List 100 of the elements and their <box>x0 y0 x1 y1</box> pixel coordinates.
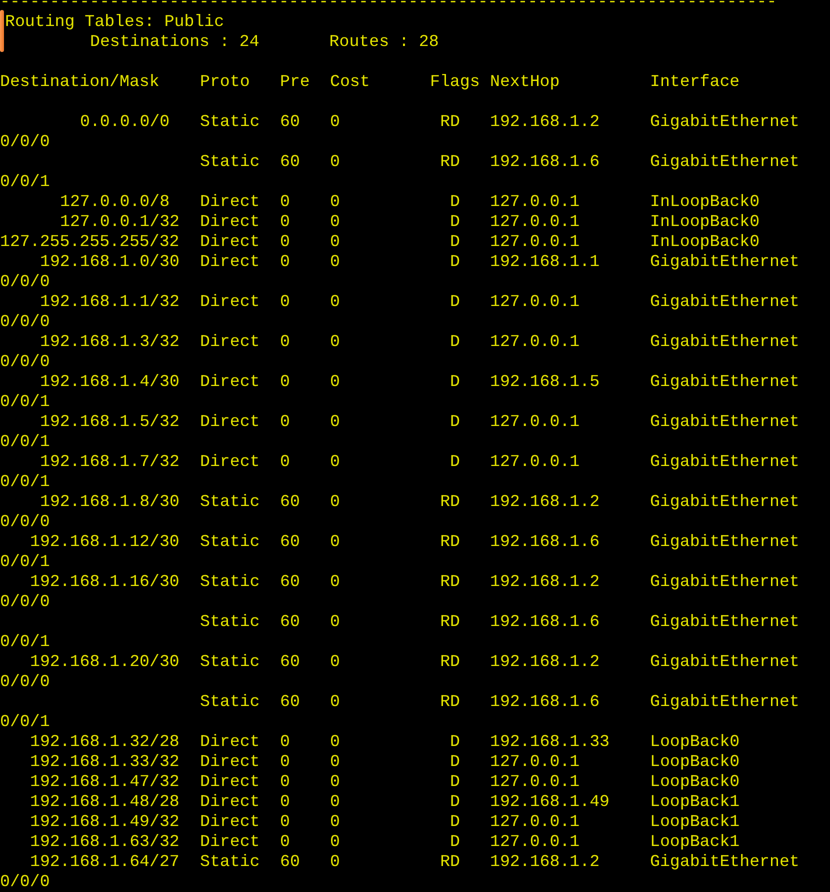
table-cell: 0 <box>280 212 290 231</box>
table-cell: GigabitEthernet <box>650 112 800 132</box>
table-cell: 0 <box>330 532 340 551</box>
summary-text: Routes : 28 <box>329 32 439 52</box>
table-cell: GigabitEthernet <box>650 332 800 352</box>
table-cell: 60 <box>280 112 300 131</box>
table-cell: LoopBack0 <box>650 732 740 752</box>
table-cell: 0/0/1 <box>0 432 50 452</box>
table-cell: 0/0/0 <box>0 312 50 332</box>
table-cell: 0 <box>330 832 340 851</box>
table-cell: 192.168.1.2 <box>490 492 600 511</box>
table-cell: 127.0.0.1 <box>490 832 580 851</box>
table-cell: GigabitEthernet <box>650 452 800 472</box>
table-cell: Direct <box>200 792 260 811</box>
table-cell: 0 <box>330 332 340 351</box>
table-cell: RD <box>440 692 460 711</box>
table-cell: 0 <box>330 572 340 591</box>
table-cell: Static <box>200 692 260 711</box>
table-cell: Direct <box>200 452 260 471</box>
table-cell: 192.168.1.20/30 <box>30 652 180 671</box>
table-cell: GigabitEthernet <box>650 292 800 312</box>
table-cell: 192.168.1.5 <box>490 372 600 391</box>
table-cell: 192.168.1.6 <box>490 692 600 711</box>
table-cell: 127.0.0.1 <box>490 412 580 431</box>
table-cell: 0 <box>330 792 340 811</box>
table-cell: Direct <box>200 372 260 391</box>
table-cell: D <box>450 372 460 391</box>
table-cell: 192.168.1.16/30 <box>30 572 180 591</box>
table-cell: 60 <box>280 152 300 171</box>
table-cell: InLoopBack0 <box>650 232 760 252</box>
table-cell: 0 <box>330 252 340 271</box>
table-cell: GigabitEthernet <box>650 252 800 272</box>
table-cell: 192.168.1.49 <box>490 792 610 811</box>
table-cell: 127.0.0.0/8 <box>60 192 170 211</box>
table-cell: GigabitEthernet <box>650 412 800 432</box>
table-cell: D <box>450 832 460 851</box>
table-cell: 127.0.0.1 <box>490 192 580 211</box>
table-cell: D <box>450 792 460 811</box>
table-cell: GigabitEthernet <box>650 612 800 632</box>
table-cell: RD <box>440 572 460 591</box>
table-cell: Direct <box>200 832 260 851</box>
table-cell: RD <box>440 532 460 551</box>
table-cell: 192.168.1.2 <box>490 652 600 671</box>
table-cell: 192.168.1.5/32 <box>40 412 180 431</box>
table-cell: 0 <box>330 292 340 311</box>
table-cell: 0/0/1 <box>0 392 50 412</box>
table-cell: GigabitEthernet <box>650 692 800 712</box>
table-cell: 0 <box>330 152 340 171</box>
table-cell: RD <box>440 112 460 131</box>
table-cell: 0 <box>280 332 290 351</box>
table-cell: 192.168.1.1 <box>490 252 600 271</box>
table-cell: D <box>450 212 460 231</box>
table-cell: 0/0/1 <box>0 712 50 732</box>
table-cell: D <box>450 812 460 831</box>
table-cell: GigabitEthernet <box>650 852 800 872</box>
table-cell: D <box>450 752 460 771</box>
table-cell: 192.168.1.47/32 <box>30 772 180 791</box>
table-cell: 127.0.0.1 <box>490 292 580 311</box>
table-cell: 192.168.1.2 <box>490 112 600 131</box>
table-cell: 0 <box>280 792 290 811</box>
table-cell: D <box>450 192 460 211</box>
table-cell: 0 <box>330 192 340 211</box>
table-cell: 0/0/1 <box>0 172 50 192</box>
table-cell: D <box>450 772 460 791</box>
table-title: Routing Tables: Public <box>5 12 224 32</box>
table-cell: InLoopBack0 <box>650 192 760 212</box>
table-cell: 0 <box>280 232 290 251</box>
table-cell: Direct <box>200 732 260 751</box>
table-cell: 60 <box>280 532 300 551</box>
table-cell: 0 <box>280 292 290 311</box>
table-cell: 192.168.1.6 <box>490 152 600 171</box>
table-cell: Direct <box>200 332 260 351</box>
table-cell: 0/0/0 <box>0 672 50 692</box>
table-cell: 0 <box>330 412 340 431</box>
table-cell: 127.0.0.1/32 <box>60 212 180 231</box>
table-cell: 0 <box>330 652 340 671</box>
table-cell: 192.168.1.6 <box>490 612 600 631</box>
table-cell: LoopBack1 <box>650 792 740 812</box>
table-cell: 0 <box>280 812 290 831</box>
separator-line: ------------------------------------------------------------------------------ <box>0 0 777 12</box>
table-cell: RD <box>440 852 460 871</box>
table-cell: 0 <box>330 372 340 391</box>
table-cell: 127.0.0.1 <box>490 772 580 791</box>
table-cell: LoopBack0 <box>650 772 740 792</box>
table-cell: 0/0/0 <box>0 872 50 892</box>
table-cell: 192.168.1.3/32 <box>40 332 180 351</box>
table-cell: 127.0.0.1 <box>490 332 580 351</box>
scroll-thumb[interactable] <box>0 10 4 52</box>
table-cell: Static <box>200 152 260 171</box>
table-cell: 0/0/0 <box>0 512 50 532</box>
column-header: NextHop <box>490 72 561 92</box>
table-cell: 127.0.0.1 <box>490 812 580 831</box>
table-cell: 0 <box>280 452 290 471</box>
column-header: Interface <box>650 72 740 92</box>
table-cell: LoopBack0 <box>650 752 740 772</box>
table-cell: Direct <box>200 232 260 251</box>
table-cell: 192.168.1.4/30 <box>40 372 180 391</box>
table-cell: 192.168.1.49/32 <box>30 812 180 831</box>
table-cell: 0 <box>330 812 340 831</box>
table-cell: Direct <box>200 252 260 271</box>
